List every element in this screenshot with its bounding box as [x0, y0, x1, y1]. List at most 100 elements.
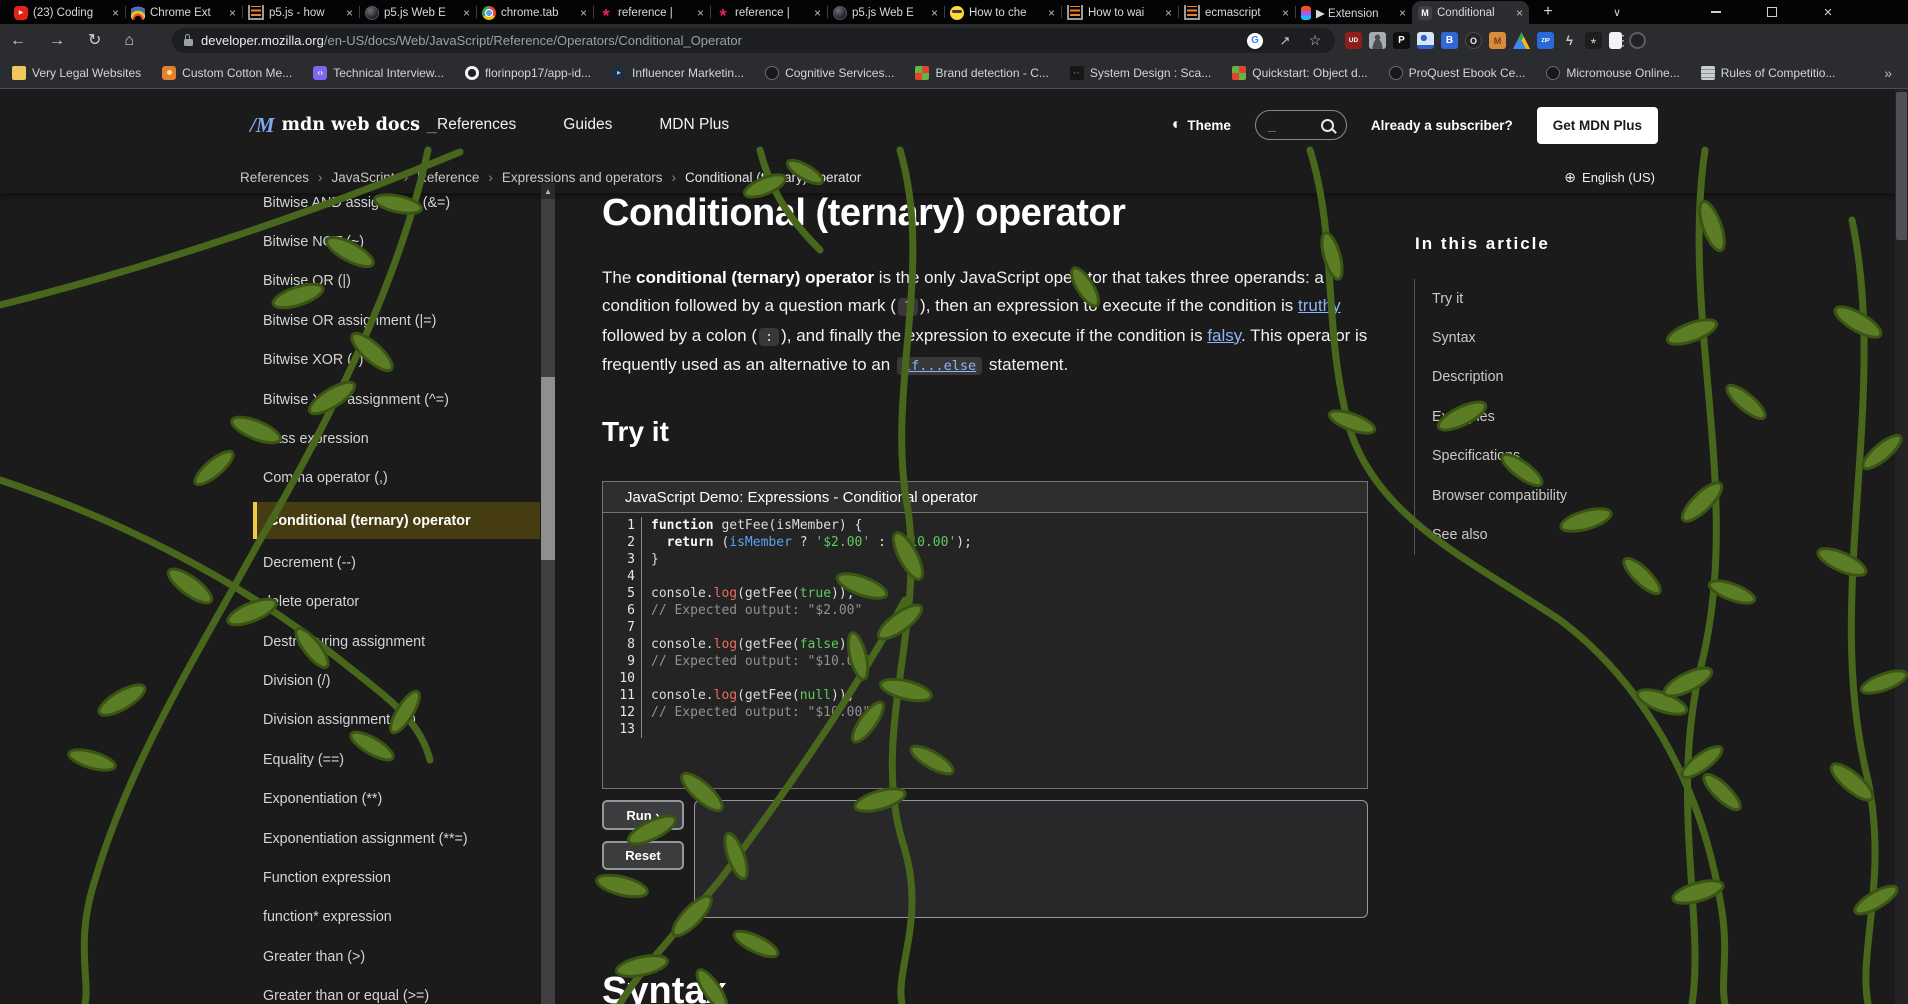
- bookmark-item[interactable]: Custom Cotton Me...: [162, 65, 292, 80]
- sidebar-item[interactable]: Exponentiation assignment (**=): [240, 819, 540, 858]
- drive-extension-icon[interactable]: [1513, 32, 1530, 49]
- address-bar[interactable]: developer.mozilla.org/en-US/docs/Web/Jav…: [172, 28, 1335, 53]
- theme-toggle[interactable]: ◐ Theme: [1172, 116, 1231, 134]
- person-extension-icon[interactable]: [1369, 32, 1386, 49]
- scroll-up-icon[interactable]: ▲: [541, 183, 555, 199]
- search-icon[interactable]: [1320, 118, 1334, 132]
- browser-menu-icon[interactable]: [1616, 24, 1630, 57]
- run-button[interactable]: Run ›: [602, 800, 684, 830]
- home-icon[interactable]: [124, 33, 134, 49]
- reset-button[interactable]: Reset: [602, 841, 684, 870]
- sidebar-item[interactable]: Bitwise XOR assignment (^=): [240, 380, 540, 419]
- tab-close-icon[interactable]: ×: [463, 7, 470, 19]
- tab-close-icon[interactable]: ×: [931, 7, 938, 19]
- tab-close-icon[interactable]: ×: [1516, 7, 1523, 19]
- code-editor[interactable]: 1 2 3 4 5 6 7 8 9 10 11 12 13 function getFee(isMemb…: [603, 513, 1367, 738]
- forward-icon[interactable]: [49, 33, 65, 49]
- toc-item[interactable]: See also: [1432, 515, 1567, 554]
- o-badge-extension-icon[interactable]: [1465, 32, 1482, 49]
- sidebar-item[interactable]: Conditional (ternary) operator: [253, 502, 540, 540]
- tab-close-icon[interactable]: ×: [229, 7, 236, 19]
- tab-close-icon[interactable]: ×: [1399, 7, 1406, 19]
- ud-extension-icon[interactable]: [1345, 32, 1362, 49]
- browser-tab[interactable]: ▶ Extension ×: [1295, 1, 1412, 24]
- browser-tab[interactable]: Conditional ×: [1412, 1, 1529, 24]
- bookmark-item[interactable]: Very Legal Websites: [12, 65, 141, 80]
- reload-icon[interactable]: [88, 33, 101, 49]
- restore-icon[interactable]: [1744, 0, 1800, 24]
- sidebar-item[interactable]: Destructuring assignment: [240, 622, 540, 661]
- browser-tab[interactable]: How to wai ×: [1061, 1, 1178, 24]
- tab-close-icon[interactable]: ×: [1048, 7, 1055, 19]
- mdn-logo[interactable]: /M mdn web docs _: [250, 89, 437, 161]
- bookmark-item[interactable]: Technical Interview...: [313, 65, 444, 80]
- minimize-icon[interactable]: [1688, 0, 1744, 24]
- sidebar-item[interactable]: Decrement (--): [240, 543, 540, 582]
- sidebar-item[interactable]: Bitwise AND assignment (&=): [240, 183, 540, 222]
- bookmark-item[interactable]: System Design : Sca...: [1069, 65, 1211, 80]
- zip-extension-icon[interactable]: [1537, 32, 1554, 49]
- bookmark-item[interactable]: Rules of Competitio...: [1700, 65, 1835, 80]
- sidebar-scroll-thumb[interactable]: [541, 377, 555, 560]
- browser-tab[interactable]: How to che ×: [944, 1, 1061, 24]
- inline-link[interactable]: if...else: [896, 357, 983, 376]
- nav-link[interactable]: Guides: [563, 116, 612, 134]
- share-icon[interactable]: [1277, 33, 1293, 49]
- code-lines[interactable]: function getFee(isMember) { return (isMe…: [642, 517, 972, 738]
- sidebar-item[interactable]: Bitwise OR assignment (|=): [240, 301, 540, 340]
- sidebar-item[interactable]: Division (/): [240, 661, 540, 700]
- bookmark-item[interactable]: Cognitive Services...: [765, 65, 894, 80]
- bookmark-item[interactable]: Influencer Marketin...: [612, 65, 744, 80]
- bookmark-item[interactable]: Brand detection - C...: [915, 65, 1049, 80]
- close-icon[interactable]: [1800, 0, 1856, 24]
- get-mdn-plus-button[interactable]: Get MDN Plus: [1536, 106, 1658, 144]
- new-tab-button[interactable]: +: [1537, 1, 1559, 23]
- sidebar-item[interactable]: function* expression: [240, 898, 540, 937]
- toc-item[interactable]: Specifications: [1432, 437, 1567, 476]
- breadcrumb-item[interactable]: Conditional (ternary) operator: [685, 170, 861, 185]
- tab-close-icon[interactable]: ×: [112, 7, 119, 19]
- tab-close-icon[interactable]: ×: [1165, 7, 1172, 19]
- browser-tab[interactable]: p5.js Web E ×: [827, 1, 944, 24]
- browser-tab[interactable]: chrome.tab ×: [476, 1, 593, 24]
- sidebar-item[interactable]: Bitwise OR (|): [240, 262, 540, 301]
- bookmark-item[interactable]: Quickstart: Object d...: [1232, 65, 1368, 80]
- bookmarks-overflow-icon[interactable]: »: [1884, 57, 1892, 88]
- tab-close-icon[interactable]: ×: [1282, 7, 1289, 19]
- tab-search-icon[interactable]: [1598, 0, 1636, 24]
- bookmark-star-icon[interactable]: [1307, 33, 1323, 49]
- browser-tab[interactable]: p5.js - how ×: [242, 1, 359, 24]
- toc-item[interactable]: Description: [1432, 358, 1567, 397]
- tab-close-icon[interactable]: ×: [346, 7, 353, 19]
- sidebar-item[interactable]: delete operator: [240, 583, 540, 622]
- sidebar-item[interactable]: Exponentiation (**): [240, 779, 540, 818]
- language-switcher[interactable]: ⊕ English (US): [1564, 161, 1655, 193]
- toc-item[interactable]: Syntax: [1432, 318, 1567, 357]
- page-scroll-thumb[interactable]: [1896, 92, 1907, 240]
- tab-close-icon[interactable]: ×: [580, 7, 587, 19]
- google-icon[interactable]: [1247, 32, 1263, 49]
- nav-link[interactable]: References: [437, 116, 516, 134]
- sidebar-item[interactable]: Equality (==): [240, 740, 540, 779]
- bookmark-item[interactable]: Micromouse Online...: [1546, 65, 1680, 80]
- bookmark-item[interactable]: florinpop17/app-id...: [464, 65, 591, 80]
- inline-link[interactable]: truthy: [1298, 296, 1341, 315]
- tab-close-icon[interactable]: ×: [697, 7, 704, 19]
- sidebar-item[interactable]: Bitwise NOT (~): [240, 222, 540, 261]
- sidebar-item[interactable]: Function expression: [240, 858, 540, 897]
- dark-ring-extension-icon[interactable]: [1629, 32, 1646, 49]
- browser-tab[interactable]: reference | ×: [710, 1, 827, 24]
- lightning-extension-icon[interactable]: [1561, 32, 1578, 49]
- sidebar-item[interactable]: Greater than (>): [240, 937, 540, 976]
- tab-close-icon[interactable]: ×: [814, 7, 821, 19]
- back-icon[interactable]: [10, 33, 26, 49]
- blue-id-extension-icon[interactable]: [1417, 32, 1434, 49]
- toc-item[interactable]: Browser compatibility: [1432, 476, 1567, 515]
- p-badge-extension-icon[interactable]: [1393, 32, 1410, 49]
- sidebar-scrollbar[interactable]: ▲: [541, 183, 555, 1004]
- nav-link[interactable]: MDN Plus: [659, 116, 729, 134]
- bookmark-item[interactable]: ProQuest Ebook Ce...: [1388, 65, 1525, 80]
- browser-tab[interactable]: reference | ×: [593, 1, 710, 24]
- toc-item[interactable]: Examples: [1432, 397, 1567, 436]
- paw-extension-icon[interactable]: [1585, 32, 1602, 49]
